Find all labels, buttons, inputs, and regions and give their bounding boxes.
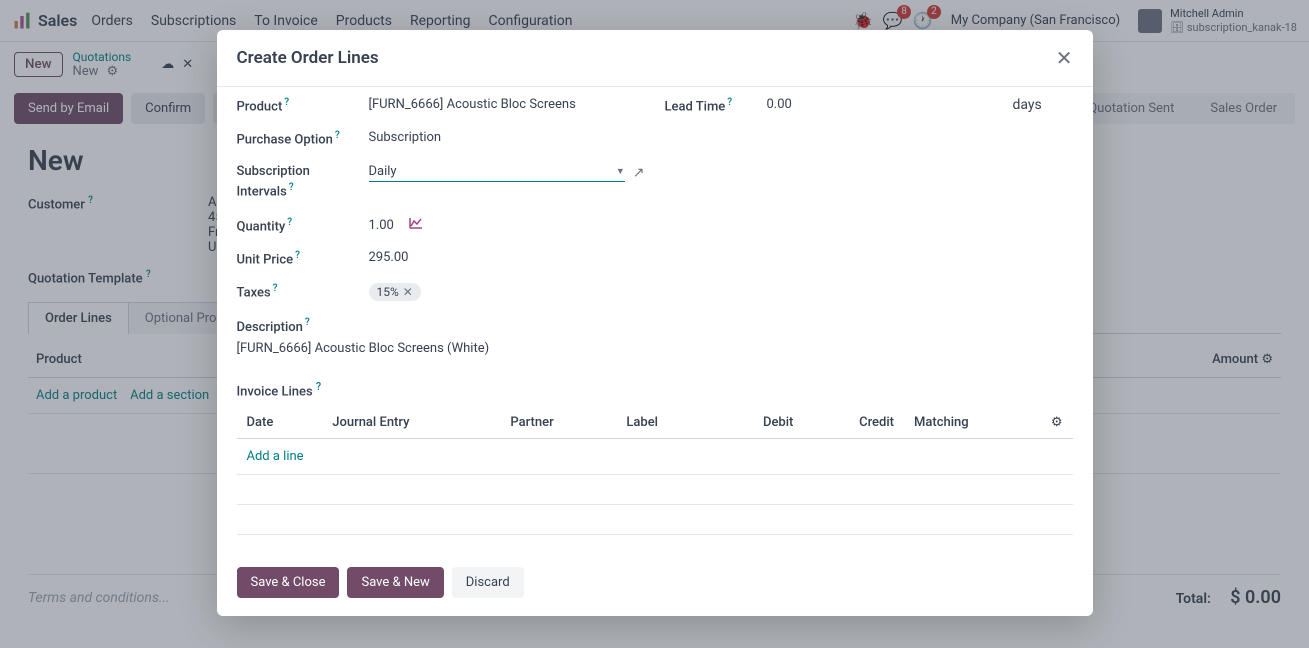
add-line-link[interactable]: Add a line: [247, 449, 304, 464]
subscription-interval-input[interactable]: [369, 164, 616, 179]
unit-price-value[interactable]: 295.00: [369, 250, 645, 265]
lead-time-unit: days: [1013, 97, 1073, 113]
inv-col-journal: Journal Entry: [322, 407, 500, 439]
save-close-button[interactable]: Save & Close: [237, 567, 340, 598]
taxes-value[interactable]: 15% ✕: [369, 283, 645, 301]
modal-body: Product? [FURN_6666] Acoustic Bloc Scree…: [217, 86, 1093, 555]
tax-tag: 15% ✕: [369, 283, 421, 301]
modal-footer: Save & Close Save & New Discard: [217, 555, 1093, 616]
modal-header: Create Order Lines ✕: [217, 30, 1093, 86]
inv-col-debit: Debit: [711, 407, 803, 439]
save-new-button[interactable]: Save & New: [347, 567, 443, 598]
subscription-intervals-label: Subscription Intervals?: [237, 164, 357, 201]
inv-col-credit: Credit: [803, 407, 904, 439]
inv-col-label: Label: [616, 407, 711, 439]
invoice-lines-heading: Invoice Lines ?: [237, 380, 1073, 399]
create-order-lines-modal: Create Order Lines ✕ Product? [FURN_6666…: [217, 30, 1093, 616]
inv-column-settings-icon[interactable]: ⚙: [1051, 415, 1063, 430]
chevron-down-icon[interactable]: ▼: [616, 166, 625, 177]
forecast-chart-icon[interactable]: [409, 218, 423, 233]
quantity-value[interactable]: 1.00: [369, 218, 394, 233]
external-link-icon[interactable]: ↗: [633, 165, 645, 181]
tax-remove-icon[interactable]: ✕: [403, 285, 413, 299]
inv-add-row: Add a line: [237, 439, 1073, 475]
quantity-label: Quantity?: [237, 217, 357, 234]
inv-col-date: Date: [237, 407, 323, 439]
lead-time-label: Lead Time?: [665, 97, 755, 114]
description-value[interactable]: [FURN_6666] Acoustic Bloc Screens (White…: [237, 341, 1073, 356]
lead-time-value[interactable]: 0.00: [767, 97, 1001, 112]
modal-overlay[interactable]: Create Order Lines ✕ Product? [FURN_6666…: [0, 0, 1309, 648]
product-field[interactable]: [FURN_6666] Acoustic Bloc Screens (White…: [369, 97, 579, 112]
modal-title: Create Order Lines: [237, 48, 379, 68]
discard-button[interactable]: Discard: [452, 567, 524, 598]
invoice-lines-table: Date Journal Entry Partner Label Debit C…: [237, 407, 1073, 535]
taxes-label: Taxes?: [237, 283, 357, 300]
close-icon[interactable]: ✕: [1056, 46, 1073, 70]
purchase-option-value[interactable]: Subscription: [369, 130, 645, 145]
unit-price-label: Unit Price?: [237, 250, 357, 267]
product-label: Product?: [237, 97, 357, 114]
inv-col-partner: Partner: [500, 407, 616, 439]
purchase-option-label: Purchase Option?: [237, 130, 357, 147]
description-label: Description?: [237, 320, 310, 335]
inv-col-matching: Matching: [904, 407, 1041, 439]
